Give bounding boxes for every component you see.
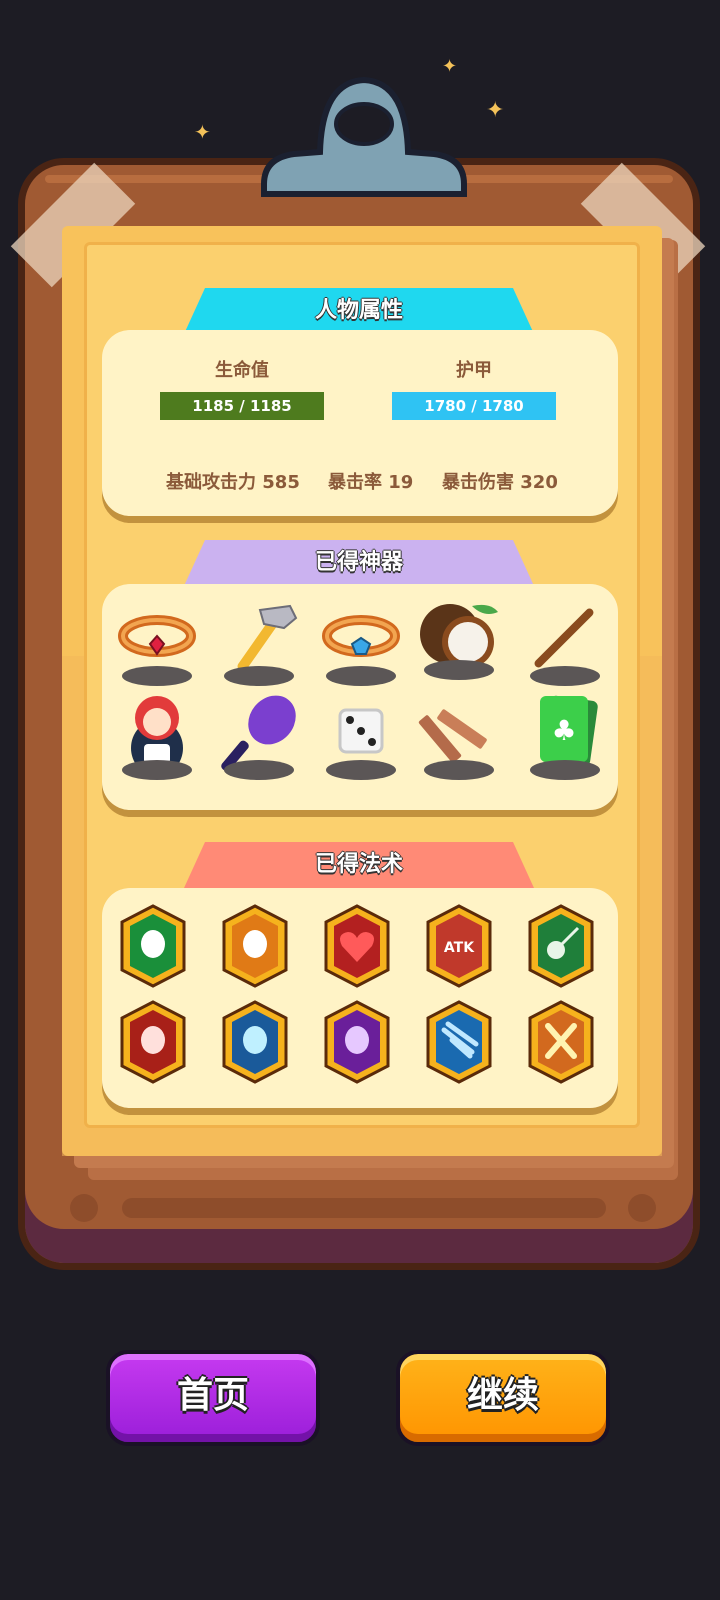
ice-meteor-spell-icon[interactable]: [426, 1000, 492, 1084]
wooden-sticks-icon[interactable]: [414, 692, 504, 782]
hp-bar: 1185 / 1185: [160, 392, 324, 420]
crit-rate-stat: 暴击率 19: [328, 472, 414, 493]
continue-button[interactable]: 继续: [396, 1350, 610, 1446]
board-handle-bar: [122, 1198, 606, 1218]
hammer-icon[interactable]: [214, 598, 304, 688]
armor-label: 护甲: [456, 360, 492, 381]
artifacts-grid[interactable]: ♣: [102, 584, 618, 810]
crossed-swords-spell-icon[interactable]: [528, 1000, 594, 1084]
purple-ghost-spell-icon[interactable]: [324, 1000, 390, 1084]
armor-bar: 1780 / 1780: [392, 392, 556, 420]
sparkle-icon: ✦: [486, 98, 505, 123]
artifacts-title: 已得神器: [184, 540, 534, 586]
red-ghost-spell-icon[interactable]: [120, 1000, 186, 1084]
wooden-staff-icon[interactable]: [520, 598, 610, 688]
hp-label: 生命值: [215, 360, 269, 381]
spells-title: 已得法术: [184, 842, 534, 888]
svg-text:♣: ♣: [551, 714, 576, 747]
poison-skull-spell-icon[interactable]: [528, 904, 594, 988]
attributes-title: 人物属性: [184, 288, 534, 334]
spells-grid[interactable]: ATK: [102, 888, 618, 1108]
svg-text:ATK: ATK: [444, 940, 475, 956]
nesting-doll-icon[interactable]: [112, 692, 202, 782]
crit-damage-stat: 暴击伤害 320: [442, 472, 558, 493]
coconut-icon[interactable]: [414, 592, 504, 682]
dice-icon[interactable]: [316, 692, 406, 782]
home-button[interactable]: 首页: [106, 1350, 320, 1446]
clipboard-clip-icon: [261, 76, 467, 197]
orange-ghost-spell-icon[interactable]: [222, 904, 288, 988]
board-rivet: [628, 1194, 656, 1222]
blue-ghost-spell-icon[interactable]: [222, 1000, 288, 1084]
heartbeat-spell-icon[interactable]: [324, 904, 390, 988]
green-ghost-spell-icon[interactable]: [120, 904, 186, 988]
playing-cards-icon[interactable]: ♣: [520, 692, 610, 782]
base-attack-stat: 基础攻击力 585: [166, 472, 300, 493]
sapphire-ring-icon[interactable]: [316, 598, 406, 688]
board-rivet: [70, 1194, 98, 1222]
atk-boost-spell-icon[interactable]: ATK: [426, 904, 492, 988]
attributes-card: 生命值 1185 / 1185 护甲 1780 / 1780 基础攻击力 585…: [102, 330, 618, 516]
tennis-racket-icon[interactable]: [214, 692, 304, 782]
sparkle-icon: ✦: [194, 120, 211, 144]
ruby-ring-icon[interactable]: [112, 598, 202, 688]
